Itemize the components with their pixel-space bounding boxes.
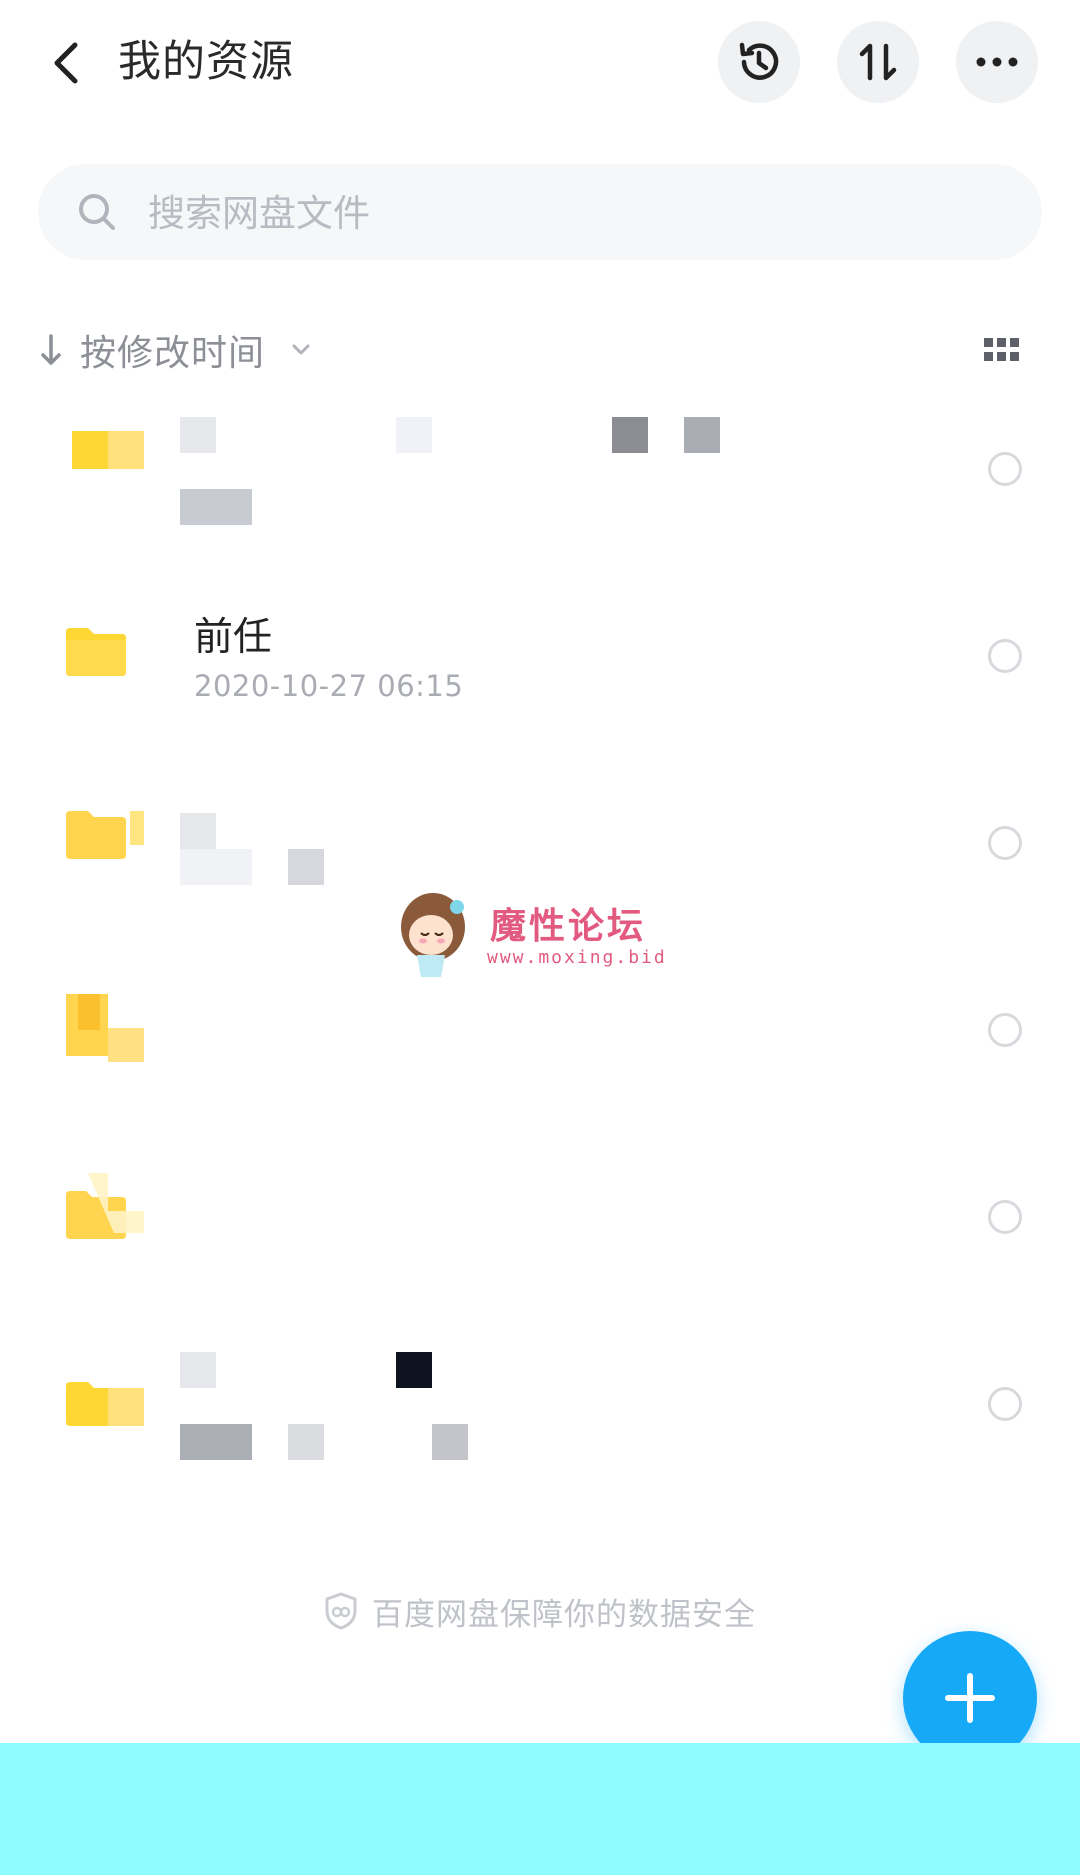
- select-checkbox[interactable]: [988, 1387, 1022, 1421]
- select-checkbox[interactable]: [988, 639, 1022, 673]
- folder-icon: [66, 811, 144, 859]
- shield-icon: [325, 1592, 357, 1630]
- folder-icon: [66, 1382, 144, 1426]
- file-meta: 2020-10-27 06:15: [194, 669, 464, 703]
- grid-icon: [984, 338, 1019, 361]
- bottom-bar: [0, 1743, 1080, 1875]
- folder-icon: [66, 994, 144, 1062]
- plus-icon: [945, 1673, 995, 1723]
- back-button[interactable]: [40, 30, 92, 96]
- security-notice-text: 百度网盘保障你的数据安全: [372, 1596, 756, 1633]
- search-icon: [79, 194, 115, 230]
- more-icon: [976, 57, 1018, 67]
- watermark-title: 魔性论坛: [490, 905, 647, 947]
- search-input[interactable]: [146, 182, 1010, 244]
- file-row[interactable]: [0, 375, 1080, 562]
- select-checkbox[interactable]: [988, 452, 1022, 486]
- page-title: 我的资源: [118, 37, 294, 87]
- select-checkbox[interactable]: [988, 1013, 1022, 1047]
- security-notice: 百度网盘保障你的数据安全: [0, 1588, 1080, 1634]
- file-name: 前任: [194, 615, 273, 660]
- chevron-down-icon: [292, 344, 310, 355]
- search-bar[interactable]: [38, 164, 1042, 260]
- select-checkbox[interactable]: [988, 1200, 1022, 1234]
- watermark-logo: [401, 893, 465, 977]
- transfer-button[interactable]: [837, 21, 919, 103]
- more-button[interactable]: [956, 21, 1038, 103]
- history-button[interactable]: [718, 21, 800, 103]
- grid-view-toggle[interactable]: [982, 336, 1022, 364]
- folder-icon: [66, 1173, 144, 1239]
- file-row[interactable]: [0, 1310, 1080, 1497]
- chevron-left-icon: [54, 42, 78, 84]
- folder-icon: [72, 431, 144, 469]
- history-icon: [739, 42, 779, 80]
- folder-icon: [66, 628, 126, 676]
- sort-selector[interactable]: 按修改时间: [40, 320, 311, 380]
- arrow-down-icon: [41, 334, 61, 365]
- transfer-icon: [859, 43, 897, 81]
- file-row[interactable]: [0, 1123, 1080, 1310]
- watermark-url: www.moxing.bid: [487, 947, 667, 968]
- watermark: 魔性论坛 www.moxing.bid: [395, 885, 685, 995]
- sort-label: 按修改时间: [80, 333, 266, 374]
- select-checkbox[interactable]: [988, 826, 1022, 860]
- file-row[interactable]: 前任 2020-10-27 06:15: [0, 562, 1080, 749]
